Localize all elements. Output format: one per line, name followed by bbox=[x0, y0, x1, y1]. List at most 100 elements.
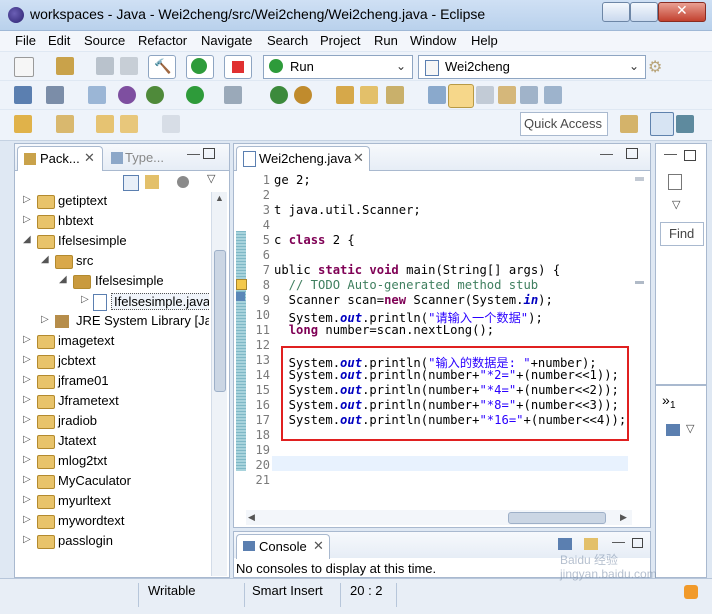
scrollbar-thumb[interactable] bbox=[508, 512, 606, 524]
view-menu-icon[interactable]: ▽ bbox=[672, 198, 680, 211]
scroll-left-arrow-icon[interactable]: ◀ bbox=[248, 512, 255, 523]
close-icon[interactable]: ✕ bbox=[313, 538, 324, 554]
tree-item[interactable]: ◢ Ifelsesimple bbox=[15, 232, 209, 252]
debug-perspective-icon[interactable] bbox=[676, 115, 694, 133]
menu-file[interactable]: File bbox=[11, 33, 40, 48]
view-menu-icon[interactable]: ▽ bbox=[207, 172, 215, 185]
terminal-icon[interactable] bbox=[14, 86, 32, 104]
tree-item[interactable]: ▷ imagetext bbox=[15, 332, 209, 352]
back-arrow-icon[interactable] bbox=[120, 115, 138, 133]
build-button[interactable]: 🔨 bbox=[148, 55, 176, 79]
search-icon[interactable] bbox=[386, 86, 404, 104]
new-task-icon[interactable] bbox=[668, 174, 682, 190]
menu-refactor[interactable]: Refactor bbox=[134, 33, 191, 48]
gear-icon[interactable]: ⚙ bbox=[648, 57, 662, 77]
focus-icon[interactable] bbox=[177, 176, 189, 188]
minimize-icon[interactable]: — bbox=[664, 146, 677, 161]
toggle-mark-icon[interactable] bbox=[46, 86, 64, 104]
open-console-icon[interactable] bbox=[584, 538, 598, 550]
maximize-icon[interactable] bbox=[626, 148, 638, 159]
minimize-button[interactable] bbox=[602, 2, 630, 22]
next-edit-icon[interactable] bbox=[14, 115, 32, 133]
run-icon[interactable] bbox=[186, 86, 204, 104]
maximize-icon[interactable] bbox=[632, 538, 643, 548]
view-menu-icon[interactable]: ▽ bbox=[686, 422, 694, 435]
back-history-icon[interactable] bbox=[96, 115, 114, 133]
collapse-all-icon[interactable] bbox=[123, 175, 139, 191]
tree-item[interactable]: ▷ mywordtext bbox=[15, 512, 209, 532]
menu-edit[interactable]: Edit bbox=[44, 33, 74, 48]
scrollbar-thumb[interactable] bbox=[214, 250, 226, 392]
tab-editor-file[interactable]: Wei2cheng.java ✕ bbox=[236, 146, 370, 171]
link-with-editor-icon[interactable] bbox=[145, 175, 159, 189]
tab-package-explorer[interactable]: Pack... ✕ bbox=[17, 146, 103, 171]
tree-item[interactable]: ▷ MyCaculator bbox=[15, 472, 209, 492]
tree-item[interactable]: ◢ Ifelsesimple bbox=[15, 272, 209, 292]
java-perspective-button[interactable] bbox=[650, 112, 674, 136]
minimize-icon[interactable]: — bbox=[612, 534, 625, 549]
tree-item-selected[interactable]: ▷ Ifelsesimple.java bbox=[15, 292, 209, 312]
open-perspective-icon[interactable] bbox=[620, 115, 638, 133]
maximize-icon[interactable] bbox=[203, 148, 215, 159]
stop-button[interactable] bbox=[224, 55, 252, 79]
menu-help[interactable]: Help bbox=[467, 33, 502, 48]
tree-item[interactable]: ▷ myurltext bbox=[15, 492, 209, 512]
tree-item[interactable]: ▷ Jtatext bbox=[15, 432, 209, 452]
tree-item[interactable]: ▷ hbtext bbox=[15, 212, 209, 232]
save-icon[interactable] bbox=[96, 57, 114, 75]
skip-breakpoints-icon[interactable] bbox=[88, 86, 106, 104]
tab-type-hierarchy[interactable]: Type... bbox=[107, 146, 177, 170]
menu-window[interactable]: Window bbox=[406, 33, 460, 48]
quick-access-field[interactable]: Quick Access bbox=[520, 112, 608, 136]
tree-item[interactable]: ▷ getiptext bbox=[15, 192, 209, 212]
debug-profile-icon[interactable] bbox=[118, 86, 136, 104]
close-icon[interactable]: ✕ bbox=[84, 150, 95, 166]
more-views-icon[interactable]: » bbox=[662, 392, 670, 408]
new-package-icon[interactable] bbox=[56, 57, 74, 75]
package-tree-scrollbar[interactable]: ▲ bbox=[211, 192, 227, 576]
run-button[interactable] bbox=[186, 55, 214, 79]
close-icon[interactable]: ✕ bbox=[353, 150, 364, 166]
format-icon[interactable] bbox=[498, 86, 516, 104]
console-display-icon[interactable] bbox=[558, 538, 572, 550]
tree-item[interactable]: ▷ jframe01 bbox=[15, 372, 209, 392]
save-all-icon[interactable] bbox=[120, 57, 138, 75]
tree-item[interactable]: ▷ mlog2txt bbox=[15, 452, 209, 472]
last-edit-icon[interactable] bbox=[56, 115, 74, 133]
editor-horizontal-scrollbar[interactable]: ◀ ▶ bbox=[246, 510, 632, 525]
console-view-icon[interactable] bbox=[666, 424, 680, 436]
debug-icon[interactable] bbox=[146, 86, 164, 104]
menu-project[interactable]: Project bbox=[316, 33, 364, 48]
tree-item[interactable]: ◢ src bbox=[15, 252, 209, 272]
find-button[interactable]: Find bbox=[660, 222, 704, 246]
open-folder-icon[interactable] bbox=[360, 86, 378, 104]
scroll-up-arrow-icon[interactable]: ▲ bbox=[215, 193, 224, 203]
close-button[interactable]: ✕ bbox=[658, 2, 706, 22]
pilcrow-icon[interactable] bbox=[544, 86, 562, 104]
show-whitespace-icon[interactable] bbox=[476, 86, 494, 104]
next-annotation-icon[interactable] bbox=[428, 86, 446, 104]
tree-item[interactable]: ▷ JRE System Library [Jav bbox=[15, 312, 209, 332]
menu-run[interactable]: Run bbox=[370, 33, 402, 48]
menu-source[interactable]: Source bbox=[80, 33, 129, 48]
block-select-icon[interactable] bbox=[520, 86, 538, 104]
menu-search[interactable]: Search bbox=[263, 33, 312, 48]
menu-navigate[interactable]: Navigate bbox=[197, 33, 256, 48]
refresh-icon[interactable] bbox=[294, 86, 312, 104]
new-icon[interactable] bbox=[14, 57, 34, 77]
maximize-button[interactable] bbox=[630, 2, 658, 22]
editor-vertical-scrollbar[interactable] bbox=[632, 171, 647, 511]
coverage-icon[interactable] bbox=[224, 86, 242, 104]
tree-item[interactable]: ▷ Jframetext bbox=[15, 392, 209, 412]
tree-item[interactable]: ▷ passlogin bbox=[15, 532, 209, 552]
tree-item[interactable]: ▷ jradiob bbox=[15, 412, 209, 432]
run-config-dropdown[interactable]: Run ⌄ bbox=[263, 55, 413, 79]
code-area[interactable]: 1 2 3 4 5 6 7 8 9 10 11 12 13 14 15 16 1… bbox=[240, 173, 630, 513]
tree-item[interactable]: ▷ jcbtext bbox=[15, 352, 209, 372]
forward-arrow-icon[interactable] bbox=[162, 115, 180, 133]
tab-console[interactable]: Console ✕ bbox=[236, 534, 330, 559]
maximize-icon[interactable] bbox=[684, 150, 696, 161]
scroll-right-arrow-icon[interactable]: ▶ bbox=[620, 512, 627, 523]
external-tools-icon[interactable] bbox=[270, 86, 288, 104]
project-selector-dropdown[interactable]: Wei2cheng ⌄ bbox=[418, 55, 646, 79]
